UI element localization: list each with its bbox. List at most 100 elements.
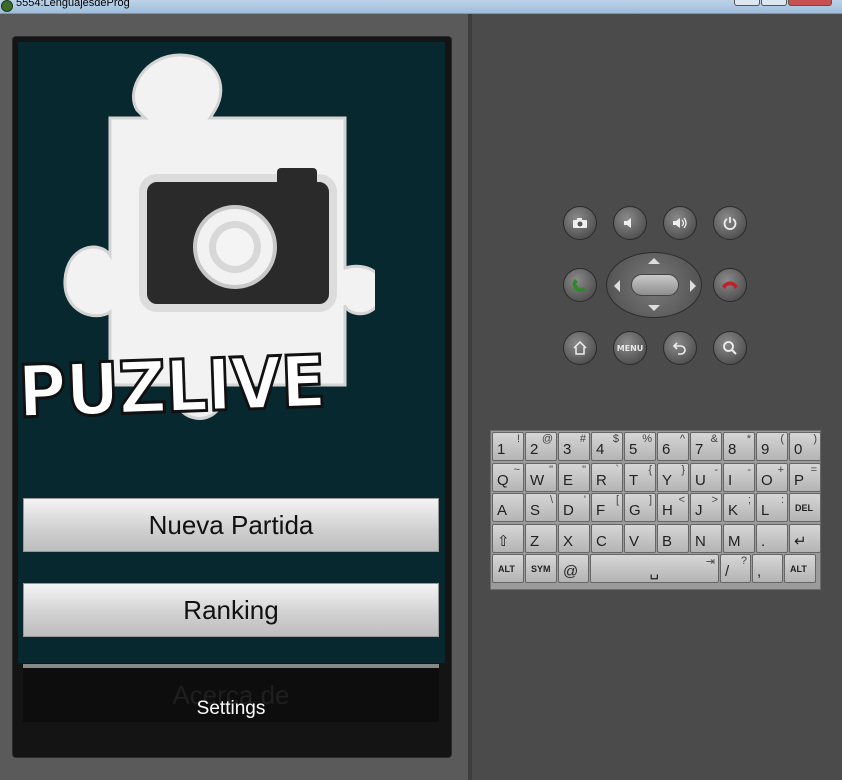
key-↵[interactable]: ↵ <box>789 523 821 553</box>
key-label: Q <box>497 471 509 489</box>
camera-button[interactable] <box>563 206 597 240</box>
call-button[interactable] <box>563 268 597 302</box>
key-⇧[interactable]: ⇧ <box>492 523 524 553</box>
key-label: C <box>596 532 607 550</box>
key-label: @ <box>563 563 579 580</box>
settings-menu-item[interactable]: Settings <box>23 698 439 720</box>
key-sym[interactable]: SYM <box>525 554 557 583</box>
key-n[interactable]: N <box>690 523 722 553</box>
key-space[interactable]: ␣ ⇥ <box>590 554 719 583</box>
key-label: S <box>530 502 541 519</box>
key-alt[interactable]: ALT <box>784 554 816 583</box>
back-button[interactable] <box>663 331 697 365</box>
key-alt[interactable]: ALT <box>492 554 524 583</box>
key-/[interactable]: /? <box>720 554 751 583</box>
key-label: , <box>757 563 762 580</box>
key-label: X <box>563 532 574 550</box>
key-k[interactable]: K; <box>723 493 755 522</box>
end-call-button[interactable] <box>713 268 747 302</box>
key-alt-label: @ <box>541 433 553 445</box>
key-p[interactable]: P = <box>789 462 821 492</box>
key-s[interactable]: S \ <box>525 493 557 522</box>
key-9[interactable]: 9( <box>756 432 788 461</box>
key-r[interactable]: R ` <box>591 462 623 492</box>
panel-divider <box>468 14 472 780</box>
key-label: I <box>728 471 733 489</box>
key-.[interactable]: . <box>756 523 788 553</box>
key-1[interactable]: 1! <box>492 432 524 461</box>
key-f[interactable]: F[ <box>591 493 623 522</box>
key-l[interactable]: L: <box>756 493 788 522</box>
key-alt-label: * <box>746 433 751 445</box>
key-label: H <box>662 502 673 519</box>
key-label: G <box>629 502 641 519</box>
key-y[interactable]: Y} <box>657 462 689 492</box>
key-i[interactable]: I- <box>723 462 755 492</box>
key-b[interactable]: B <box>657 523 689 553</box>
key-3[interactable]: 3 # <box>558 432 590 461</box>
key-label: O <box>761 471 773 489</box>
key-t[interactable]: T{ <box>624 462 656 492</box>
key-alt-label: = <box>810 463 817 476</box>
key-2[interactable]: 2 @ <box>525 432 557 461</box>
key-alt-label: : <box>780 494 784 506</box>
new-game-button[interactable]: Nueva Partida <box>23 498 439 552</box>
key-label: K <box>728 502 739 519</box>
key-d[interactable]: D ' <box>558 493 590 522</box>
home-button[interactable] <box>563 331 597 365</box>
maximize-button[interactable] <box>761 0 787 6</box>
key-6[interactable]: 6 ^ <box>657 432 689 461</box>
key-u[interactable]: U- <box>690 462 722 492</box>
key-alt-label: $ <box>612 433 619 445</box>
menu-button[interactable]: MENU <box>613 331 647 365</box>
options-menu-divider <box>23 664 439 668</box>
key-label: . <box>761 532 766 550</box>
key-label: ALT <box>498 564 515 574</box>
close-button[interactable] <box>788 0 832 6</box>
key-8[interactable]: 8 * <box>723 432 755 461</box>
key-label: E <box>563 471 574 489</box>
key-q[interactable]: Q ~ <box>492 462 524 492</box>
dpad-center-button[interactable] <box>631 274 679 296</box>
key-alt-label: ! <box>516 433 520 445</box>
ranking-button[interactable]: Ranking <box>23 583 439 637</box>
hardware-keyboard: 1! 2 @3 #4 $5% 6 ^ 7 & 8 * 9(0) Q ~ W " E " R ` T{Y} U - I - O + P =… <box>490 430 821 590</box>
key-4[interactable]: 4 $ <box>591 432 623 461</box>
key-z[interactable]: Z <box>525 523 557 553</box>
key-g[interactable]: G] <box>624 493 656 522</box>
volume-down-button[interactable] <box>613 206 647 240</box>
end-call-icon <box>722 281 738 289</box>
key-j[interactable]: J > <box>690 493 722 522</box>
key-c[interactable]: C <box>591 523 623 553</box>
key-,[interactable]: , <box>752 554 783 583</box>
key-@[interactable]: @ <box>558 554 589 583</box>
key-0[interactable]: 0) <box>789 432 821 461</box>
volume-up-button[interactable] <box>663 206 697 240</box>
key-label: 9 <box>761 441 770 458</box>
key-alt-label: < <box>678 494 685 506</box>
key-del[interactable]: DEL <box>789 493 821 522</box>
key-o[interactable]: O + <box>756 462 788 492</box>
key-alt-label: % <box>642 433 652 445</box>
key-v[interactable]: V <box>624 523 656 553</box>
key-m[interactable]: M <box>723 523 755 553</box>
key-5[interactable]: 5% <box>624 432 656 461</box>
search-button[interactable] <box>713 331 747 365</box>
key-label: D <box>563 502 574 519</box>
minimize-button[interactable] <box>734 0 760 6</box>
key-x[interactable]: X <box>558 523 590 553</box>
key-label: ALT <box>790 564 807 574</box>
dpad-down-icon <box>648 305 660 311</box>
key-7[interactable]: 7 & <box>690 432 722 461</box>
key-w[interactable]: W " <box>525 462 557 492</box>
home-icon <box>573 341 587 355</box>
key-a[interactable]: A <box>492 493 524 522</box>
emulator-window: 5554:LenguajesdeProg PUZLIVE Nueva Parti… <box>0 0 842 780</box>
key-alt-label: ( <box>780 433 784 445</box>
key-label: M <box>728 532 741 550</box>
key-e[interactable]: E " <box>558 462 590 492</box>
camera-icon <box>573 218 587 228</box>
key-h[interactable]: H < <box>657 493 689 522</box>
back-icon <box>672 342 686 355</box>
power-button[interactable] <box>713 206 747 240</box>
